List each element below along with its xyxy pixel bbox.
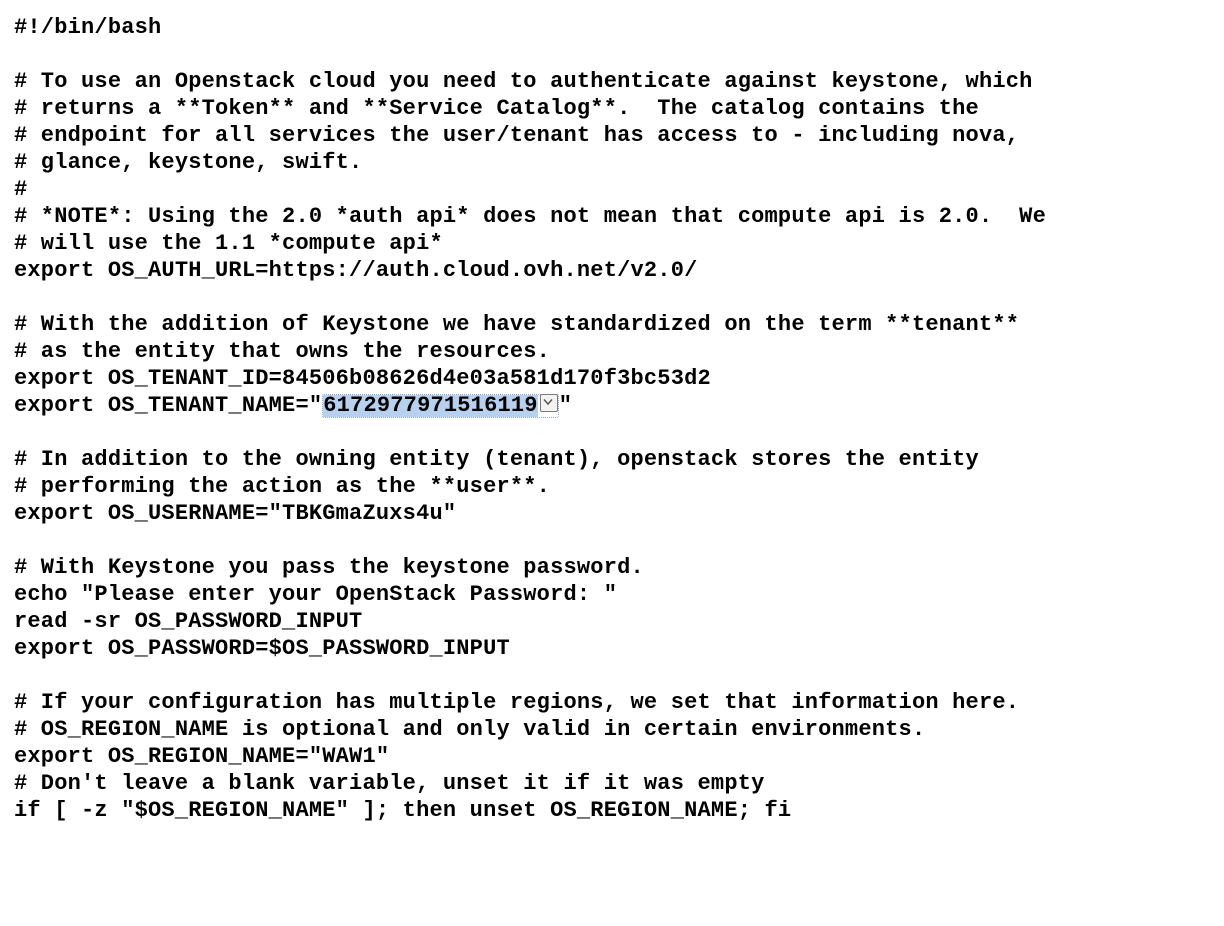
code-line: # If your configuration has multiple reg… — [14, 690, 1019, 715]
tenant-name-selection-wrap: 6172977971516119 — [322, 394, 558, 418]
code-line: # as the entity that owns the resources. — [14, 339, 550, 364]
expand-selection-button[interactable] — [540, 394, 558, 412]
code-line: # In addition to the owning entity (tena… — [14, 447, 979, 472]
code-line: # With Keystone you pass the keystone pa… — [14, 555, 644, 580]
code-line-prefix: export OS_TENANT_NAME=" — [14, 393, 322, 418]
code-line: export OS_USERNAME="TBKGmaZuxs4u" — [14, 501, 456, 526]
code-line: # performing the action as the **user**. — [14, 474, 550, 499]
code-line: # With the addition of Keystone we have … — [14, 312, 1019, 337]
code-line: if [ -z "$OS_REGION_NAME" ]; then unset … — [14, 798, 791, 823]
code-line: export OS_TENANT_ID=84506b08626d4e03a581… — [14, 366, 711, 391]
code-line: # glance, keystone, swift. — [14, 150, 362, 175]
code-line: export OS_AUTH_URL=https://auth.cloud.ov… — [14, 258, 698, 283]
code-line: # *NOTE*: Using the 2.0 *auth api* does … — [14, 204, 1046, 229]
chevron-down-icon — [543, 398, 553, 406]
code-block: #!/bin/bash # To use an Openstack cloud … — [0, 0, 1224, 824]
code-line: #!/bin/bash — [14, 15, 161, 40]
code-line: # endpoint for all services the user/ten… — [14, 123, 1019, 148]
code-line: # Don't leave a blank variable, unset it… — [14, 771, 765, 796]
code-line: # will use the 1.1 *compute api* — [14, 231, 443, 256]
code-line: echo "Please enter your OpenStack Passwo… — [14, 582, 617, 607]
code-line-suffix: " — [559, 393, 572, 418]
selected-text[interactable]: 6172977971516119 — [323, 395, 537, 417]
code-line: # To use an Openstack cloud you need to … — [14, 69, 1033, 94]
code-line: export OS_REGION_NAME="WAW1" — [14, 744, 389, 769]
code-line: export OS_PASSWORD=$OS_PASSWORD_INPUT — [14, 636, 510, 661]
code-line: read -sr OS_PASSWORD_INPUT — [14, 609, 362, 634]
code-line: # — [14, 177, 27, 202]
code-line: # OS_REGION_NAME is optional and only va… — [14, 717, 925, 742]
code-line: # returns a **Token** and **Service Cata… — [14, 96, 979, 121]
